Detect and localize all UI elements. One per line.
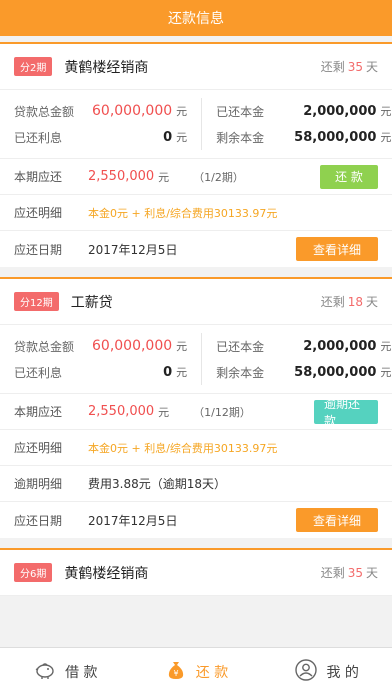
days-remaining: 还剩 35 天	[320, 60, 378, 74]
remaining-principal-label: 剩余本金	[216, 130, 265, 145]
due-detail-text: 本金0元 + 利息/综合费用30133.97元	[88, 441, 278, 455]
overdue-repay-button[interactable]: 逾期还款	[314, 397, 378, 428]
repaid-interest-label: 已还利息	[14, 365, 63, 380]
due-detail-label: 应还明细	[14, 206, 63, 220]
due-detail-row: 应还明细 本金0元 + 利息/综合费用30133.97元	[0, 195, 392, 231]
current-due-label: 本期应还	[14, 405, 63, 419]
loan-summary: 贷款总金额 60,000,000 元 已还利息 0 元 已还本金 2,000,000 元 剩…	[0, 325, 392, 394]
installment-badge: 分2期	[14, 57, 53, 76]
card-header: 分12期 工薪贷 还剩 18 天	[0, 279, 392, 325]
overdue-detail-text: 费用3.88元（逾期18天）	[88, 477, 226, 491]
money-bag-icon: ¥	[164, 658, 188, 686]
loan-total-value: 60,000,000	[92, 103, 173, 119]
installment-badge: 分12期	[14, 292, 59, 311]
due-detail-row: 应还明细 本金0元 + 利息/综合费用30133.97元	[0, 430, 392, 466]
merchant-name: 工薪贷	[70, 294, 113, 311]
piggy-bank-icon	[33, 658, 57, 686]
repaid-principal-value: 2,000,000	[303, 338, 377, 354]
due-date-label: 应还日期	[14, 513, 63, 528]
app-header: 还款信息	[0, 0, 392, 36]
current-due-label: 本期应还	[14, 170, 63, 184]
loan-card: 分2期 黄鹤楼经销商 还剩 35 天 贷款总金额 60,000,000 元 已还利息 0 元…	[0, 42, 392, 267]
due-date-label: 应还日期	[14, 242, 63, 257]
view-detail-button[interactable]: 查看详细	[296, 237, 378, 261]
loan-summary: 贷款总金额 60,000,000 元 已还利息 0 元 已还本金 2,000,000 元 剩…	[0, 90, 392, 159]
bottom-tab-bar: 借 款 ¥ 还 款 我 的	[0, 647, 392, 696]
repayment-list[interactable]: 分2期 黄鹤楼经销商 还剩 35 天 贷款总金额 60,000,000 元 已还利息 0 元…	[0, 36, 392, 647]
remaining-principal-value: 58,000,000	[294, 129, 377, 145]
remaining-principal-label: 剩余本金	[216, 365, 265, 380]
due-detail-text: 本金0元 + 利息/综合费用30133.97元	[88, 206, 278, 220]
current-due-amount: 2,550,000	[88, 404, 155, 419]
due-date-row: 应还日期 2017年12月5日 查看详细	[0, 502, 392, 538]
due-date-value: 2017年12月5日	[88, 513, 178, 528]
tab-label: 借 款	[65, 665, 98, 681]
repaid-interest-value: 0	[163, 129, 173, 145]
period-indicator: （1/2期）	[193, 170, 244, 184]
repaid-interest-value: 0	[163, 364, 173, 380]
repaid-interest-label: 已还利息	[14, 130, 63, 145]
page-title: 还款信息	[168, 11, 224, 27]
installment-badge: 分6期	[14, 563, 53, 582]
merchant-name: 黄鹤楼经销商	[64, 59, 149, 76]
tab-borrow[interactable]: 借 款	[0, 648, 131, 696]
user-icon	[294, 658, 318, 686]
days-remaining: 还剩 18 天	[320, 295, 378, 309]
tab-repay[interactable]: ¥ 还 款	[131, 648, 262, 696]
due-detail-label: 应还明细	[14, 441, 63, 455]
current-due-row: 本期应还 2,550,000 元 （1/2期） 还 款	[0, 159, 392, 195]
tab-profile[interactable]: 我 的	[261, 648, 392, 696]
current-due-row: 本期应还 2,550,000 元 （1/12期） 逾期还款	[0, 394, 392, 430]
view-detail-button[interactable]: 查看详细	[296, 508, 378, 532]
loan-total-label: 贷款总金额	[14, 339, 75, 354]
repaid-principal-value: 2,000,000	[303, 103, 377, 119]
svg-text:¥: ¥	[173, 669, 178, 678]
overdue-detail-row: 逾期明细 费用3.88元（逾期18天）	[0, 466, 392, 502]
days-remaining: 还剩 35 天	[320, 566, 378, 580]
repaid-principal-label: 已还本金	[216, 339, 265, 354]
period-indicator: （1/12期）	[193, 405, 251, 419]
card-header: 分6期 黄鹤楼经销商 还剩 35 天	[0, 550, 392, 596]
loan-card: 分6期 黄鹤楼经销商 还剩 35 天	[0, 548, 392, 596]
current-due-amount: 2,550,000	[88, 169, 155, 184]
merchant-name: 黄鹤楼经销商	[64, 565, 149, 582]
overdue-detail-label: 逾期明细	[14, 477, 63, 491]
loan-total-value: 60,000,000	[92, 338, 173, 354]
repaid-principal-label: 已还本金	[216, 104, 265, 119]
due-date-row: 应还日期 2017年12月5日 查看详细	[0, 231, 392, 267]
card-header: 分2期 黄鹤楼经销商 还剩 35 天	[0, 44, 392, 90]
due-date-value: 2017年12月5日	[88, 242, 178, 257]
loan-total-label: 贷款总金额	[14, 104, 75, 119]
repay-button[interactable]: 还 款	[320, 164, 378, 189]
tab-label: 还 款	[195, 665, 229, 681]
loan-card: 分12期 工薪贷 还剩 18 天 贷款总金额 60,000,000 元 已还利息 0 元 已…	[0, 277, 392, 538]
remaining-principal-value: 58,000,000	[294, 364, 377, 380]
tab-label: 我 的	[326, 665, 359, 681]
